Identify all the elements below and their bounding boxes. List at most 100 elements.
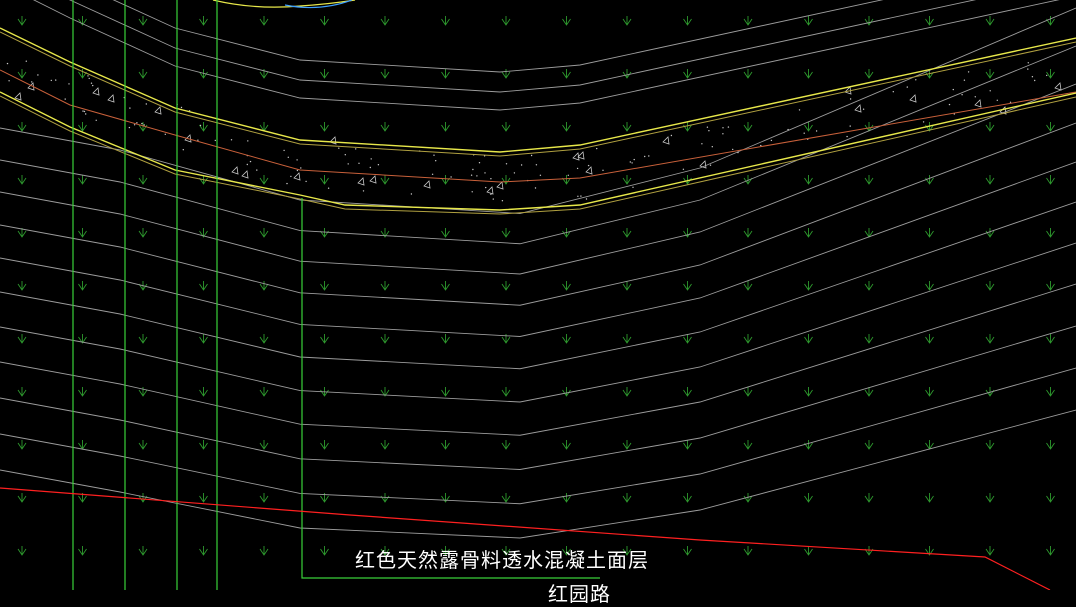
aggregate-dot	[974, 96, 976, 98]
grass-symbol	[804, 228, 813, 238]
grass-symbol	[17, 16, 27, 26]
aggregate-dot	[197, 139, 199, 141]
grass-symbol	[925, 493, 934, 503]
aggregate-dot	[644, 155, 646, 158]
grass-symbol	[259, 175, 269, 185]
grass-symbol	[380, 334, 390, 344]
green-guide-lines	[72, 0, 218, 590]
aggregate-dot	[82, 110, 84, 112]
grass-symbol	[683, 16, 692, 26]
grass-symbol	[925, 281, 934, 291]
grass-symbol	[259, 281, 269, 291]
aggregate-dot	[709, 164, 712, 166]
road-edge-upper-2	[0, 31, 1076, 157]
aggregate-dot	[355, 148, 357, 150]
aggregate-dot	[535, 164, 538, 166]
grass-symbol	[1046, 122, 1055, 132]
grass-symbol	[441, 281, 450, 291]
aggregate-dot	[632, 186, 634, 188]
aggregate-dot	[300, 167, 302, 169]
grass-symbol	[925, 387, 934, 397]
aggregate-hatch-mark	[423, 180, 431, 189]
aggregate-dot	[128, 126, 131, 129]
aggregate-dot	[915, 79, 917, 81]
grass-symbol	[259, 334, 269, 344]
aggregate-dot	[362, 190, 365, 192]
aggregate-dot	[633, 158, 635, 161]
aggregate-hatch-mark	[909, 94, 917, 103]
aggregate-dot	[996, 99, 998, 102]
grass-symbol	[320, 69, 329, 79]
aggregate-dot	[580, 195, 582, 197]
grass-symbol	[985, 281, 995, 291]
grass-symbol	[743, 387, 753, 397]
grass-symbol	[864, 281, 874, 291]
contour-lines	[0, 0, 1076, 539]
aggregate-dot	[338, 147, 340, 149]
aggregate-dot	[199, 124, 202, 127]
aggregate-dot	[136, 122, 138, 124]
aggregate-dot	[539, 174, 542, 176]
grass-symbol	[501, 387, 511, 397]
aggregate-dot	[948, 103, 951, 106]
aggregate-hatch-mark	[585, 166, 593, 175]
aggregate-dot	[706, 126, 709, 128]
grass-symbol	[683, 546, 692, 556]
grass-symbol	[78, 546, 87, 556]
top-cyan-arc	[284, 0, 353, 9]
label-leader-line	[301, 198, 600, 579]
grass-symbol	[562, 440, 571, 450]
aggregate-dot	[906, 86, 908, 88]
aggregate-dot	[296, 169, 299, 172]
aggregate-dot	[370, 158, 372, 160]
partial-road-label: 红园路	[548, 582, 611, 606]
aggregate-dot	[296, 159, 298, 161]
aggregate-dot	[287, 156, 289, 158]
aggregate-dot	[513, 172, 516, 174]
aggregate-dot	[472, 168, 474, 171]
cad-drawing-canvas[interactable]	[0, 0, 1076, 590]
grass-symbol	[320, 440, 329, 450]
grass-symbol	[743, 228, 753, 238]
grass-symbol	[683, 493, 692, 503]
grass-symbol	[804, 334, 813, 344]
grass-symbol	[743, 546, 753, 556]
contour-line	[0, 367, 1076, 505]
grass-symbol	[441, 228, 450, 238]
grass-symbol	[441, 122, 450, 132]
aggregate-dot	[1034, 79, 1036, 82]
grass-symbol	[804, 69, 813, 79]
aggregate-dot	[283, 149, 285, 152]
aggregate-dot	[31, 81, 33, 83]
aggregate-dot	[648, 155, 650, 157]
aggregate-dot	[798, 109, 801, 111]
aggregate-hatch-mark	[496, 181, 504, 190]
aggregate-hatch-mark	[154, 106, 162, 115]
grass-symbol	[441, 16, 450, 26]
grass-symbol	[562, 387, 571, 397]
aggregate-dot	[68, 83, 70, 85]
grass-symbol	[925, 334, 934, 344]
aggregate-dot	[347, 163, 349, 165]
grass-symbol	[985, 440, 995, 450]
grass-symbol-layer	[17, 16, 1055, 556]
aggregate-dot	[344, 154, 346, 156]
grass-symbol	[501, 16, 511, 26]
grass-symbol	[320, 281, 329, 291]
aggregate-dot	[305, 180, 307, 183]
grass-symbol	[622, 69, 632, 79]
aggregate-dot	[50, 79, 52, 82]
grass-symbol	[320, 16, 329, 26]
aggregate-hatch-mark	[662, 136, 670, 145]
aggregate-dot	[846, 135, 848, 138]
grass-symbol	[78, 387, 87, 397]
aggregate-dot	[849, 125, 851, 127]
aggregate-dot	[377, 164, 380, 166]
aggregate-dot	[787, 128, 789, 131]
aggregate-dot	[88, 77, 90, 80]
grass-symbol	[683, 281, 692, 291]
aggregate-hatch-mark	[293, 172, 301, 181]
aggregate-dot	[602, 169, 604, 171]
grass-symbol	[622, 175, 632, 185]
aggregate-dot	[141, 122, 143, 125]
